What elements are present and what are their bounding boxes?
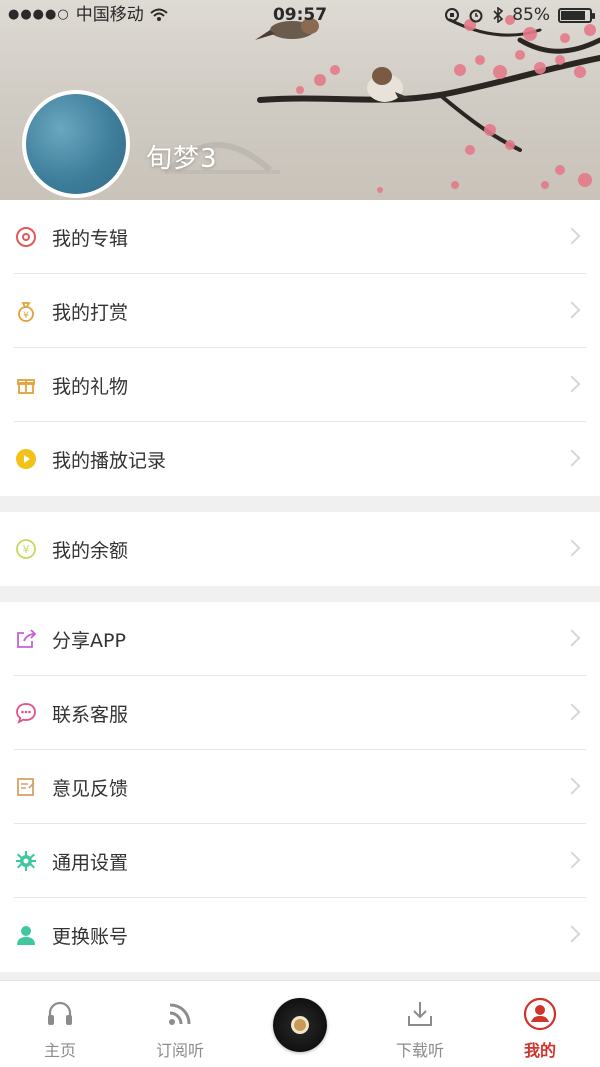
chat-icon [14, 701, 38, 725]
alarm-icon [469, 9, 483, 23]
menu-item-my-tips[interactable]: ¥ 我的打赏 [0, 274, 600, 348]
battery-percent: 85% [512, 5, 550, 25]
play-history-icon [14, 447, 38, 471]
menu-item-label: 我的余额 [52, 539, 129, 562]
app-root: ●●●●○ 中国移动 09:57 85% 旬梦3 我的专辑 ¥ 我的打赏 我的礼… [0, 0, 600, 1067]
money-bag-icon: ¥ [14, 299, 38, 323]
status-right: 85% [444, 0, 595, 30]
chevron-right-icon [563, 375, 581, 393]
battery-level [561, 10, 585, 20]
menu-group-account: 我的专辑 ¥ 我的打赏 我的礼物 我的播放记录 [0, 200, 600, 496]
now-playing-disc-icon [273, 997, 327, 1052]
profile-header: ●●●●○ 中国移动 09:57 85% 旬梦3 [0, 0, 600, 200]
status-bar: ●●●●○ 中国移动 09:57 85% [0, 0, 600, 30]
menu-item-label: 意见反馈 [52, 777, 129, 800]
feedback-icon [14, 775, 38, 799]
menu-item-label: 联系客服 [52, 703, 129, 726]
headphones-icon [43, 997, 77, 1031]
chevron-right-icon [563, 851, 581, 869]
menu-item-label: 通用设置 [52, 851, 129, 874]
tab-label: 订阅听 [155, 1041, 204, 1060]
chevron-right-icon [563, 301, 581, 319]
chevron-right-icon [563, 539, 581, 557]
download-icon [403, 997, 437, 1031]
menu-item-play-history[interactable]: 我的播放记录 [0, 422, 600, 496]
tab-downloads[interactable]: 下载听 [360, 981, 480, 1067]
section-divider [0, 586, 600, 602]
chevron-right-icon [563, 703, 581, 721]
svg-text:¥: ¥ [23, 543, 30, 556]
now-playing-button[interactable] [240, 981, 360, 1067]
username[interactable]: 旬梦3 [146, 138, 218, 175]
balance-icon: ¥ [14, 537, 38, 561]
menu-group-wallet: ¥ 我的余额 [0, 512, 600, 586]
menu-item-label: 我的打赏 [52, 301, 129, 324]
section-divider [0, 496, 600, 512]
disc-label [291, 1015, 309, 1034]
user-icon [14, 923, 38, 947]
tab-label: 下载听 [395, 1041, 444, 1060]
avatar[interactable] [22, 90, 130, 198]
chevron-right-icon [563, 925, 581, 943]
orientation-lock-icon [445, 8, 460, 22]
profile-icon [523, 997, 557, 1031]
rss-icon [163, 997, 197, 1031]
tab-profile[interactable]: 我的 [480, 981, 600, 1067]
chevron-right-icon [563, 629, 581, 647]
menu-group-general: 分享APP 联系客服 意见反馈 通用设置 更换账号 [0, 602, 600, 972]
share-icon [14, 627, 38, 651]
battery-icon [558, 7, 595, 23]
menu-item-label: 我的播放记录 [52, 449, 167, 472]
tab-label: 我的 [523, 1041, 556, 1060]
menu-item-general-settings[interactable]: 通用设置 [0, 824, 600, 898]
settings-menu: 我的专辑 ¥ 我的打赏 我的礼物 我的播放记录 ¥ 我的余额 分享APP 联系客… [0, 200, 600, 972]
chevron-right-icon [563, 777, 581, 795]
album-icon [14, 225, 38, 249]
menu-item-share-app[interactable]: 分享APP [0, 602, 600, 676]
bottom-tab-bar: 主页 订阅听 下载听 我的 [0, 980, 600, 1067]
menu-item-label: 我的专辑 [52, 227, 129, 250]
menu-item-my-albums[interactable]: 我的专辑 [0, 200, 600, 274]
svg-text:¥: ¥ [23, 311, 29, 321]
menu-item-balance[interactable]: ¥ 我的余额 [0, 512, 600, 586]
menu-item-label: 更换账号 [52, 925, 129, 948]
menu-item-switch-account[interactable]: 更换账号 [0, 898, 600, 972]
menu-item-contact-support[interactable]: 联系客服 [0, 676, 600, 750]
chevron-right-icon [563, 227, 581, 245]
gift-icon [14, 373, 38, 397]
menu-item-label: 我的礼物 [52, 375, 129, 398]
chevron-right-icon [563, 449, 581, 467]
bluetooth-icon [493, 7, 504, 23]
tab-home[interactable]: 主页 [0, 981, 120, 1067]
menu-item-label: 分享APP [52, 629, 126, 652]
tab-label: 主页 [43, 1041, 76, 1060]
menu-item-my-gifts[interactable]: 我的礼物 [0, 348, 600, 422]
gear-icon [14, 849, 38, 873]
menu-item-feedback[interactable]: 意见反馈 [0, 750, 600, 824]
tab-subscriptions[interactable]: 订阅听 [120, 981, 240, 1067]
